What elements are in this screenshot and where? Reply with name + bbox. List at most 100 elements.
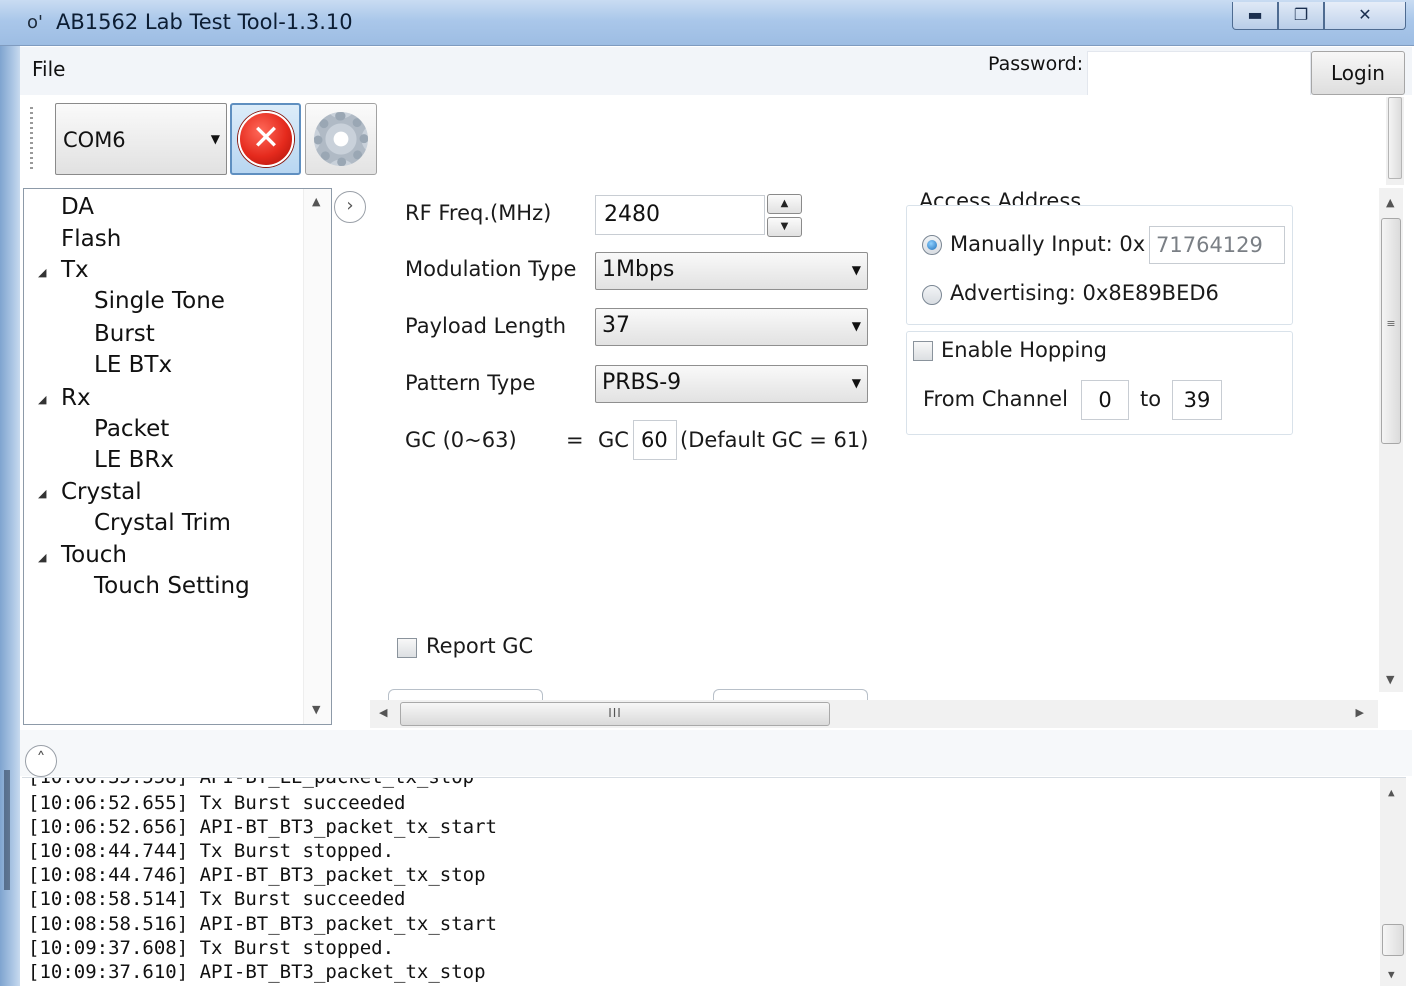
com-port-select[interactable]: COM6 ▼ — [55, 103, 227, 175]
toolbar: COM6 ▼ ✕ — [20, 95, 1384, 187]
nav-tree: DA Flash ◢ Tx Single Tone Burst LE BTx ◢… — [23, 188, 332, 725]
expand-log-button[interactable]: ˄ — [25, 745, 57, 777]
settings-button[interactable] — [305, 103, 377, 175]
log-line: [10:08:44.744] Tx Burst stopped. — [28, 840, 395, 862]
main-vertical-scrollbar[interactable]: ▲ ≡ ▼ — [1379, 188, 1403, 692]
expand-arrow-icon[interactable]: ◢ — [38, 551, 46, 564]
log-line: [10:08:58.516] API-BT_BT3_packet_tx_star… — [28, 913, 497, 935]
rf-freq-input[interactable]: 2480 — [595, 195, 765, 235]
tree-item-tx[interactable]: Tx — [61, 257, 89, 283]
tree-item-da[interactable]: DA — [61, 194, 94, 220]
scroll-up-icon[interactable]: ▲ — [1386, 196, 1394, 209]
expand-arrow-icon[interactable]: ◢ — [38, 487, 46, 500]
tree-item-burst[interactable]: Burst — [94, 321, 155, 347]
window-frame-left — [0, 0, 20, 986]
log-splitter — [20, 730, 1412, 776]
menu-file[interactable]: File — [32, 57, 65, 81]
tree-item-crystal[interactable]: Crystal — [61, 479, 142, 505]
scroll-down-icon[interactable]: ▼ — [1388, 968, 1395, 981]
spin-up-icon[interactable]: ▲ — [767, 194, 802, 214]
report-gc-checkbox[interactable] — [397, 638, 417, 658]
access-address-group — [906, 205, 1293, 325]
tree-item-crystal-trim[interactable]: Crystal Trim — [94, 510, 231, 536]
modulation-type-select[interactable]: 1Mbps ▼ — [595, 252, 868, 290]
scroll-thumb[interactable]: ≡ — [1381, 218, 1401, 444]
tree-item-touch-setting[interactable]: Touch Setting — [94, 573, 250, 599]
scroll-thumb[interactable] — [1382, 924, 1404, 956]
enable-hopping-checkbox[interactable] — [913, 341, 933, 361]
chevron-down-icon: ▼ — [851, 376, 861, 390]
log-line: [10:08:44.746] API-BT_BT3_packet_tx_stop — [28, 864, 486, 886]
pattern-type-value: PRBS-9 — [602, 370, 682, 395]
log-line: [10:09:37.608] Tx Burst stopped. — [28, 937, 395, 959]
window-controls: ▬ ❐ ✕ — [1232, 2, 1406, 32]
title-bar: o' AB1562 Lab Test Tool-1.3.10 ▬ ❐ ✕ — [0, 0, 1414, 46]
log-output[interactable]: [10:06:35.558] API-BT_LE_packet_tx_stop … — [22, 777, 1406, 986]
payload-length-label: Payload Length — [405, 314, 567, 338]
chevron-down-icon: ▼ — [851, 319, 861, 333]
com-port-value: COM6 — [63, 128, 126, 152]
log-line: [10:08:58.514] Tx Burst succeeded — [28, 888, 406, 910]
log-line: [10:06:52.655] Tx Burst succeeded — [28, 792, 406, 814]
scroll-thumb[interactable]: III — [400, 702, 830, 726]
scroll-right-icon[interactable]: ▶ — [1356, 706, 1364, 719]
log-line: [10:06:35.558] API-BT_LE_packet_tx_stop — [28, 777, 475, 788]
close-button[interactable]: ✕ — [1324, 2, 1406, 30]
login-button[interactable]: Login — [1311, 51, 1405, 95]
chevron-down-icon: ▼ — [851, 263, 861, 277]
advertising-radio[interactable] — [922, 285, 942, 305]
tree-item-packet[interactable]: Packet — [94, 416, 169, 442]
from-channel-label: From Channel — [923, 387, 1068, 411]
tree-item-le-brx[interactable]: LE BRx — [94, 447, 174, 473]
enable-hopping-label: Enable Hopping — [941, 338, 1107, 362]
tree-scrollbar[interactable]: ▲ ▼ — [303, 189, 331, 724]
disconnect-button[interactable]: ✕ — [230, 103, 301, 175]
scroll-up-icon[interactable]: ▲ — [312, 195, 320, 208]
tree-item-le-btx[interactable]: LE BTx — [94, 352, 172, 378]
to-label: to — [1140, 387, 1162, 411]
to-channel-input[interactable]: 39 — [1172, 380, 1222, 420]
manual-input-label: Manually Input: 0x — [950, 232, 1146, 256]
scroll-up-icon[interactable]: ▲ — [1388, 786, 1395, 799]
toolbar-grip[interactable] — [30, 107, 33, 169]
from-channel-input[interactable]: 0 — [1081, 380, 1129, 420]
window-title: AB1562 Lab Test Tool-1.3.10 — [56, 10, 353, 34]
tree-item-single-tone[interactable]: Single Tone — [94, 288, 225, 314]
toolbar-scrollbar[interactable] — [1386, 97, 1404, 185]
gc-input[interactable]: 60 — [633, 420, 677, 460]
scroll-down-icon[interactable]: ▼ — [312, 703, 320, 716]
manual-input-radio[interactable] — [922, 235, 942, 255]
minimize-button[interactable]: ▬ — [1232, 2, 1278, 30]
report-gc-label: Report GC — [426, 634, 534, 658]
scroll-down-icon[interactable]: ▼ — [1386, 673, 1394, 686]
expand-arrow-icon[interactable]: ◢ — [38, 393, 46, 406]
password-input[interactable] — [1087, 51, 1311, 95]
scroll-left-icon[interactable]: ◀ — [379, 706, 387, 719]
rf-freq-spinner[interactable]: ▲ ▼ — [767, 194, 802, 238]
password-label: Password: — [988, 53, 1084, 75]
gc-prefix: GC — [598, 428, 629, 452]
pattern-type-label: Pattern Type — [405, 371, 536, 395]
app-icon: o' — [27, 12, 43, 33]
log-scrollbar[interactable]: ▲ ▼ — [1380, 778, 1406, 986]
tree-item-flash[interactable]: Flash — [61, 226, 121, 252]
log-line: [10:06:52.656] API-BT_BT3_packet_tx_star… — [28, 816, 497, 838]
gc-default-text: (Default GC = 61) — [680, 428, 869, 452]
tree-item-touch[interactable]: Touch — [61, 542, 127, 568]
maximize-button[interactable]: ❐ — [1278, 2, 1324, 30]
pattern-type-select[interactable]: PRBS-9 ▼ — [595, 365, 868, 403]
access-address-input[interactable]: 71764129 — [1149, 226, 1285, 264]
collapse-panel-button[interactable]: › — [334, 191, 366, 223]
log-line: [10:09:37.610] API-BT_BT3_packet_tx_stop — [28, 961, 486, 983]
payload-length-select[interactable]: 37 ▼ — [595, 308, 868, 346]
spin-down-icon[interactable]: ▼ — [767, 217, 802, 237]
gear-icon — [314, 112, 368, 166]
advertising-label: Advertising: 0x8E89BED6 — [950, 281, 1219, 305]
tree-item-rx[interactable]: Rx — [61, 385, 91, 411]
main-horizontal-scrollbar[interactable]: ◀ III ▶ — [370, 700, 1378, 728]
modulation-type-label: Modulation Type — [405, 257, 577, 281]
close-circle-icon: ✕ — [238, 111, 294, 167]
expand-arrow-icon[interactable]: ◢ — [38, 266, 46, 279]
payload-length-value: 37 — [602, 313, 630, 338]
modulation-type-value: 1Mbps — [602, 257, 675, 282]
